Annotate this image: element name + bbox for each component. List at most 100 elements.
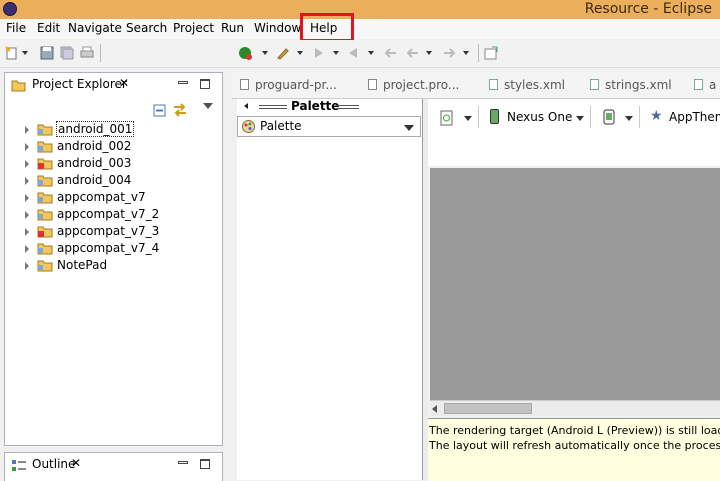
editor-tab-bar: proguard-pr... project.pro... styles.xml… (232, 72, 720, 99)
debug-dropdown-icon[interactable] (262, 51, 268, 55)
outline-icon (12, 460, 26, 471)
configuration-dropdown-icon[interactable] (464, 116, 472, 121)
save-icon[interactable] (40, 46, 54, 60)
menu-window[interactable]: Window (254, 21, 301, 35)
prev-annotation-icon[interactable] (346, 46, 360, 60)
tree-item-label: android_001 (56, 121, 135, 137)
tree-item-notepad[interactable]: NotePad (25, 257, 225, 274)
minimize-icon[interactable] (178, 461, 188, 464)
main-toolbar (0, 40, 720, 68)
tab-strings-xml[interactable]: strings.xml (590, 78, 672, 92)
menu-search[interactable]: Search (126, 21, 167, 35)
prev-annotation-dropdown-icon[interactable] (368, 51, 374, 55)
library-project-error-icon (37, 226, 53, 238)
tree-item-appcompat-v7-2[interactable]: appcompat_v7_2 (25, 206, 225, 223)
theme-selector[interactable]: AppTheme (669, 110, 720, 124)
expand-icon[interactable] (25, 228, 29, 236)
menu-edit[interactable]: Edit (37, 21, 60, 35)
orientation-icon[interactable] (602, 109, 616, 125)
menu-project[interactable]: Project (173, 21, 214, 35)
pen-icon[interactable] (276, 46, 290, 60)
tab-project-explorer[interactable]: Project Explorer ✕ (5, 73, 137, 98)
device-icon (490, 109, 499, 124)
menu-navigate[interactable]: Navigate (68, 21, 122, 35)
outline-panel: Outline ✕ (4, 452, 223, 481)
tab-outline[interactable]: Outline ✕ (5, 453, 95, 478)
palette-dropdown[interactable]: Palette (237, 116, 421, 137)
open-perspective-icon[interactable] (484, 46, 498, 60)
expand-icon[interactable] (25, 160, 29, 168)
window-title: Resource - Eclipse (584, 1, 712, 17)
horizontal-scrollbar[interactable] (430, 400, 720, 416)
tab-project-properties[interactable]: project.pro... (368, 78, 459, 92)
link-with-editor-icon[interactable] (172, 102, 188, 118)
title-bar: Resource - Eclipse (0, 0, 720, 19)
print-icon[interactable] (80, 46, 94, 60)
tree-item-label: android_002 (57, 139, 132, 153)
next-annotation-dropdown-icon[interactable] (333, 51, 339, 55)
menu-run[interactable]: Run (221, 21, 244, 35)
render-message-area: The rendering target (Android L (Preview… (428, 418, 720, 481)
tab-layout-xml[interactable]: a (694, 78, 716, 92)
minimize-icon[interactable] (178, 81, 188, 84)
tab-label: proguard-pr... (255, 78, 337, 92)
tree-item-android-004[interactable]: android_004 (25, 172, 225, 189)
project-folder-icon (37, 260, 53, 272)
project-explorer-panel: Project Explorer ✕ android_001 android_0… (4, 72, 223, 446)
maximize-icon[interactable] (200, 79, 210, 89)
tree-item-appcompat-v7-4[interactable]: appcompat_v7_4 (25, 240, 225, 257)
collapse-palette-icon[interactable] (244, 103, 248, 109)
device-dropdown-icon[interactable] (576, 116, 584, 121)
collapse-all-icon[interactable] (153, 104, 166, 117)
expand-icon[interactable] (25, 126, 29, 134)
close-icon[interactable]: ✕ (119, 76, 129, 90)
android-project-icon (37, 124, 53, 136)
expand-icon[interactable] (25, 143, 29, 151)
debug-icon[interactable] (238, 46, 252, 60)
save-all-icon[interactable] (60, 46, 74, 60)
tab-styles-xml[interactable]: styles.xml (489, 78, 565, 92)
new-icon[interactable] (5, 46, 19, 60)
close-icon[interactable]: ✕ (71, 456, 81, 470)
project-explorer-icon (11, 80, 26, 92)
orientation-dropdown-icon[interactable] (625, 116, 633, 121)
expand-icon[interactable] (25, 194, 29, 202)
text-file-icon (240, 79, 249, 90)
forward-dropdown-icon[interactable] (463, 51, 469, 55)
message-line: The rendering target (Android L (Preview… (429, 424, 720, 437)
new-dropdown-icon[interactable] (22, 51, 28, 55)
pen-dropdown-icon[interactable] (297, 51, 303, 55)
back-icon[interactable] (406, 46, 420, 60)
palette-header: Palette (291, 99, 340, 113)
expand-icon[interactable] (25, 177, 29, 185)
view-menu-icon[interactable] (203, 103, 213, 109)
library-project-icon (37, 192, 53, 204)
scroll-thumb[interactable] (444, 403, 532, 414)
xml-file-icon (590, 79, 599, 90)
back-dropdown-icon[interactable] (426, 51, 432, 55)
xml-file-icon (489, 79, 498, 90)
expand-icon[interactable] (25, 262, 29, 270)
scroll-left-icon[interactable] (432, 405, 437, 413)
tree-item-android-002[interactable]: android_002 (25, 138, 225, 155)
next-annotation-icon[interactable] (312, 46, 326, 60)
tree-item-android-001[interactable]: android_001 (25, 121, 225, 138)
forward-icon[interactable] (442, 46, 456, 60)
device-selector[interactable]: Nexus One (507, 110, 572, 124)
tree-item-label: appcompat_v7 (57, 190, 146, 204)
menu-file[interactable]: File (6, 21, 26, 35)
android-project-icon (37, 175, 53, 187)
tree-item-appcompat-v7[interactable]: appcompat_v7 (25, 189, 225, 206)
library-project-icon (37, 243, 53, 255)
tab-proguard[interactable]: proguard-pr... (240, 78, 337, 92)
library-project-icon (37, 209, 53, 221)
last-edit-icon[interactable] (384, 46, 398, 60)
layout-canvas[interactable] (430, 168, 720, 400)
maximize-icon[interactable] (200, 459, 210, 469)
expand-icon[interactable] (25, 211, 29, 219)
tree-item-appcompat-v7-3[interactable]: appcompat_v7_3 (25, 223, 225, 240)
palette-icon (242, 120, 255, 133)
tree-item-android-003[interactable]: android_003 (25, 155, 225, 172)
configuration-icon[interactable] (440, 110, 453, 126)
expand-icon[interactable] (25, 245, 29, 253)
